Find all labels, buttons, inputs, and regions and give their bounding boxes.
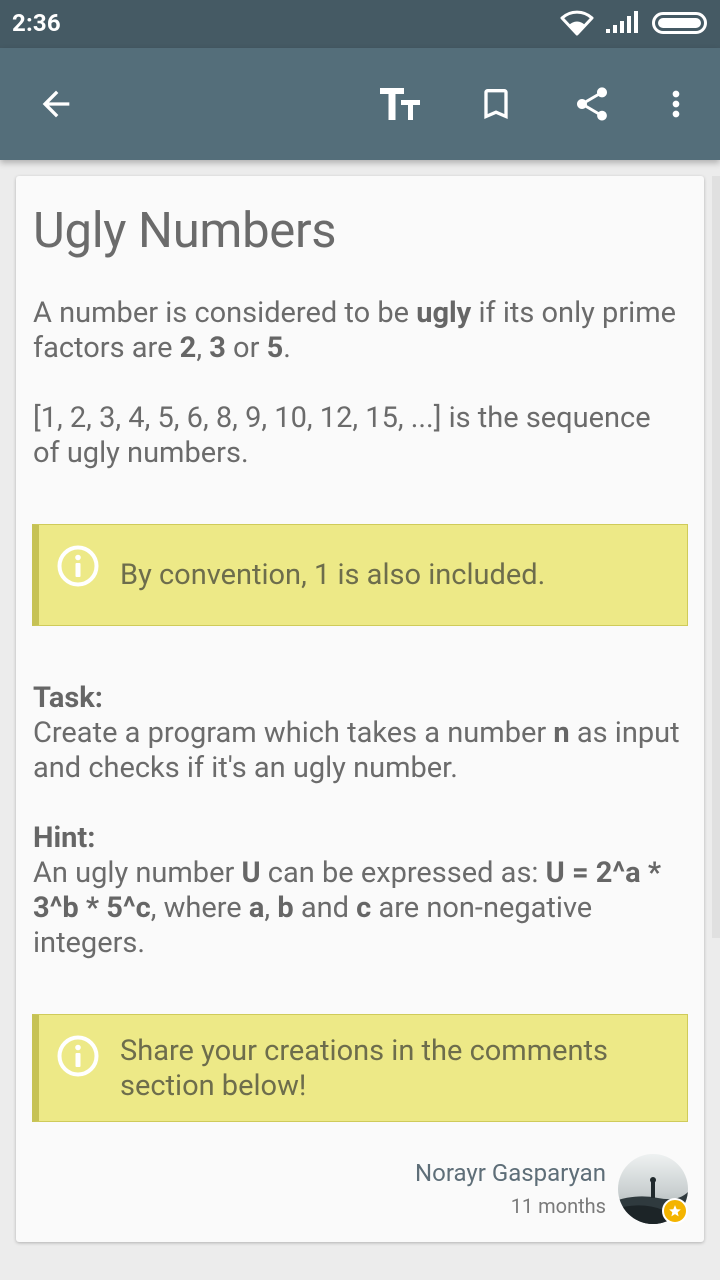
- share-note-text: Share your creations in the comments sec…: [120, 1034, 609, 1103]
- more-options-button[interactable]: [648, 76, 704, 132]
- article-card: Ugly Numbers A number is considered to b…: [16, 176, 704, 1242]
- text-span: An ugly number: [33, 856, 242, 890]
- text-span: A number is considered to be: [33, 296, 417, 330]
- author-name[interactable]: Norayr Gasparyan: [415, 1159, 606, 1187]
- status-icons: [560, 10, 708, 40]
- scrollbar[interactable]: [712, 176, 720, 938]
- text-span: .: [283, 331, 291, 365]
- text-span: ,: [264, 891, 278, 925]
- back-arrow-icon: [42, 90, 70, 118]
- bold-span: n: [553, 716, 570, 750]
- bold-span: a: [248, 891, 265, 925]
- battery-icon: [652, 11, 708, 39]
- text-span: can be expressed as:: [260, 856, 546, 890]
- text-size-button[interactable]: [372, 76, 428, 132]
- info-note-text: By convention, 1 is also included.: [120, 558, 546, 592]
- status-bar: 2:36: [0, 0, 720, 48]
- more-vert-icon: [672, 90, 680, 118]
- info-note: By convention, 1 is also included.: [32, 524, 688, 626]
- signal-icon: [606, 11, 640, 39]
- back-button[interactable]: [28, 76, 84, 132]
- bold-span: ugly: [416, 296, 472, 330]
- post-age: 11 months: [510, 1194, 606, 1218]
- article-title: Ugly Numbers: [33, 202, 337, 259]
- task-paragraph: Task: Create a program which takes a numb…: [33, 681, 683, 786]
- bookmark-icon: [484, 89, 508, 119]
- app-toolbar: [0, 48, 720, 160]
- bold-span: c: [356, 891, 372, 925]
- hint-heading: Hint:: [33, 821, 96, 855]
- status-time: 2:36: [12, 9, 61, 37]
- bold-span: b: [277, 891, 294, 925]
- bold-span: U: [241, 856, 261, 890]
- share-note: Share your creations in the comments sec…: [32, 1014, 688, 1122]
- text-span: , where: [150, 891, 249, 925]
- wifi-icon: [560, 10, 594, 40]
- text-span: or: [225, 331, 267, 365]
- share-icon: [577, 87, 607, 121]
- bold-span: 2: [179, 331, 197, 365]
- text-span: ,: [196, 331, 210, 365]
- intro-paragraph: A number is considered to be ugly if its…: [33, 296, 683, 366]
- info-icon: [57, 545, 99, 587]
- info-icon: [57, 1035, 99, 1077]
- text-size-icon: [380, 88, 420, 120]
- text-span: Create a program which takes a number: [33, 716, 554, 750]
- bold-span: 3: [209, 331, 226, 365]
- task-heading: Task:: [33, 681, 103, 715]
- text-span: and: [293, 891, 357, 925]
- hint-paragraph: Hint: An ugly number U can be expressed a…: [33, 821, 683, 961]
- star-badge-icon: [662, 1198, 688, 1224]
- bold-span: 5: [266, 331, 284, 365]
- sequence-paragraph: [1, 2, 3, 4, 5, 6, 8, 9, 10, 12, 15, ...…: [33, 401, 651, 470]
- share-button[interactable]: [564, 76, 620, 132]
- bookmark-button[interactable]: [468, 76, 524, 132]
